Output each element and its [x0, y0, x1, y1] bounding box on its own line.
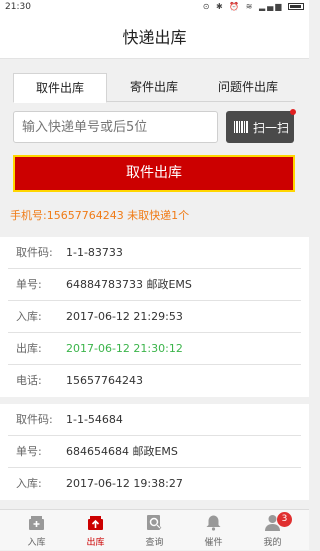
- record-row: 取件码: 1-1-54684: [8, 404, 301, 436]
- row-value: 1-1-83733: [66, 246, 123, 259]
- bell-icon: [206, 515, 221, 531]
- battery-icon: [288, 3, 304, 10]
- row-key: 取件码:: [16, 246, 53, 259]
- record-list: 取件码: 1-1-83733 单号: 64884783733 邮政EMS 入库:…: [0, 230, 309, 500]
- scan-button-label: 扫一扫: [253, 121, 290, 135]
- nav-label: 入库: [27, 538, 46, 548]
- nav-label: 我的: [263, 538, 282, 548]
- row-key: 取件码:: [16, 413, 53, 426]
- record-row: 入库: 2017-06-12 21:29:53: [8, 301, 301, 333]
- tab-pickup-outbound[interactable]: 取件出库: [13, 73, 107, 103]
- row-key: 入库:: [16, 477, 42, 490]
- nav-label: 催件: [204, 538, 223, 548]
- status-icons: ⊙ ✱ ⏰ ≋ ▂▄▆: [203, 2, 304, 11]
- row-value: 2017-06-12 21:29:53: [66, 310, 183, 323]
- row-value: 2017-06-12 19:38:27: [66, 477, 183, 490]
- nav-urge[interactable]: 催件: [183, 510, 244, 551]
- row-key: 单号:: [16, 445, 42, 458]
- row-key: 单号:: [16, 278, 42, 291]
- page-title: 快递出库: [122, 28, 187, 47]
- row-value: 684654684 邮政EMS: [66, 445, 178, 458]
- tab-send-outbound[interactable]: 寄件出库: [107, 73, 201, 102]
- record-row: 入库: 2017-06-12 19:38:27: [8, 468, 301, 500]
- title-bar: 快递出库: [0, 16, 309, 59]
- row-value: 15657764243: [66, 374, 143, 387]
- record-row: 电话: 15657764243: [8, 365, 301, 397]
- status-time: 21:30: [5, 2, 31, 12]
- record-card[interactable]: 取件码: 1-1-83733 单号: 64884783733 邮政EMS 入库:…: [0, 237, 309, 397]
- record-row: 取件码: 1-1-83733: [8, 237, 301, 269]
- row-value: 1-1-54684: [66, 413, 123, 426]
- status-bar: 21:30 ⊙ ✱ ⏰ ≋ ▂▄▆: [0, 0, 309, 16]
- row-value-outbound-time: 2017-06-12 21:30:12: [66, 342, 183, 355]
- nav-label: 查询: [145, 538, 164, 548]
- tracking-number-input[interactable]: [13, 111, 218, 143]
- search-doc-icon: [147, 515, 162, 530]
- bottom-nav: 入库 出库 查询 催件 3 我的: [0, 509, 309, 550]
- scan-button[interactable]: 扫一扫: [226, 109, 296, 143]
- inbox-icon: [29, 516, 44, 530]
- tab-bar: 取件出库 寄件出库 问题件出库: [13, 73, 295, 103]
- row-key: 出库:: [16, 342, 42, 355]
- row-key: 电话:: [16, 374, 42, 387]
- nav-query[interactable]: 查询: [124, 510, 185, 551]
- pending-summary: 手机号:15657764243 未取快递1个: [10, 209, 190, 222]
- pickup-outbound-button[interactable]: 取件出库: [13, 155, 295, 192]
- barcode-icon: [234, 121, 248, 133]
- row-key: 入库:: [16, 310, 42, 323]
- outbox-icon: [88, 516, 103, 530]
- notification-dot: [290, 109, 296, 115]
- row-value: 64884783733 邮政EMS: [66, 278, 192, 291]
- notification-badge: 3: [277, 512, 292, 527]
- record-row: 单号: 64884783733 邮政EMS: [8, 269, 301, 301]
- nav-inbound[interactable]: 入库: [6, 510, 67, 551]
- record-row: 单号: 684654684 邮政EMS: [8, 436, 301, 468]
- nav-label: 出库: [86, 538, 105, 548]
- record-card[interactable]: 取件码: 1-1-54684 单号: 684654684 邮政EMS 入库: 2…: [0, 404, 309, 500]
- record-row: 出库: 2017-06-12 21:30:12: [8, 333, 301, 365]
- nav-outbound[interactable]: 出库: [65, 510, 126, 551]
- nav-mine[interactable]: 3 我的: [242, 510, 303, 551]
- tab-problem-outbound[interactable]: 问题件出库: [201, 73, 295, 102]
- status-indicator-icons: ⊙ ✱ ⏰ ≋ ▂▄▆: [202, 2, 284, 11]
